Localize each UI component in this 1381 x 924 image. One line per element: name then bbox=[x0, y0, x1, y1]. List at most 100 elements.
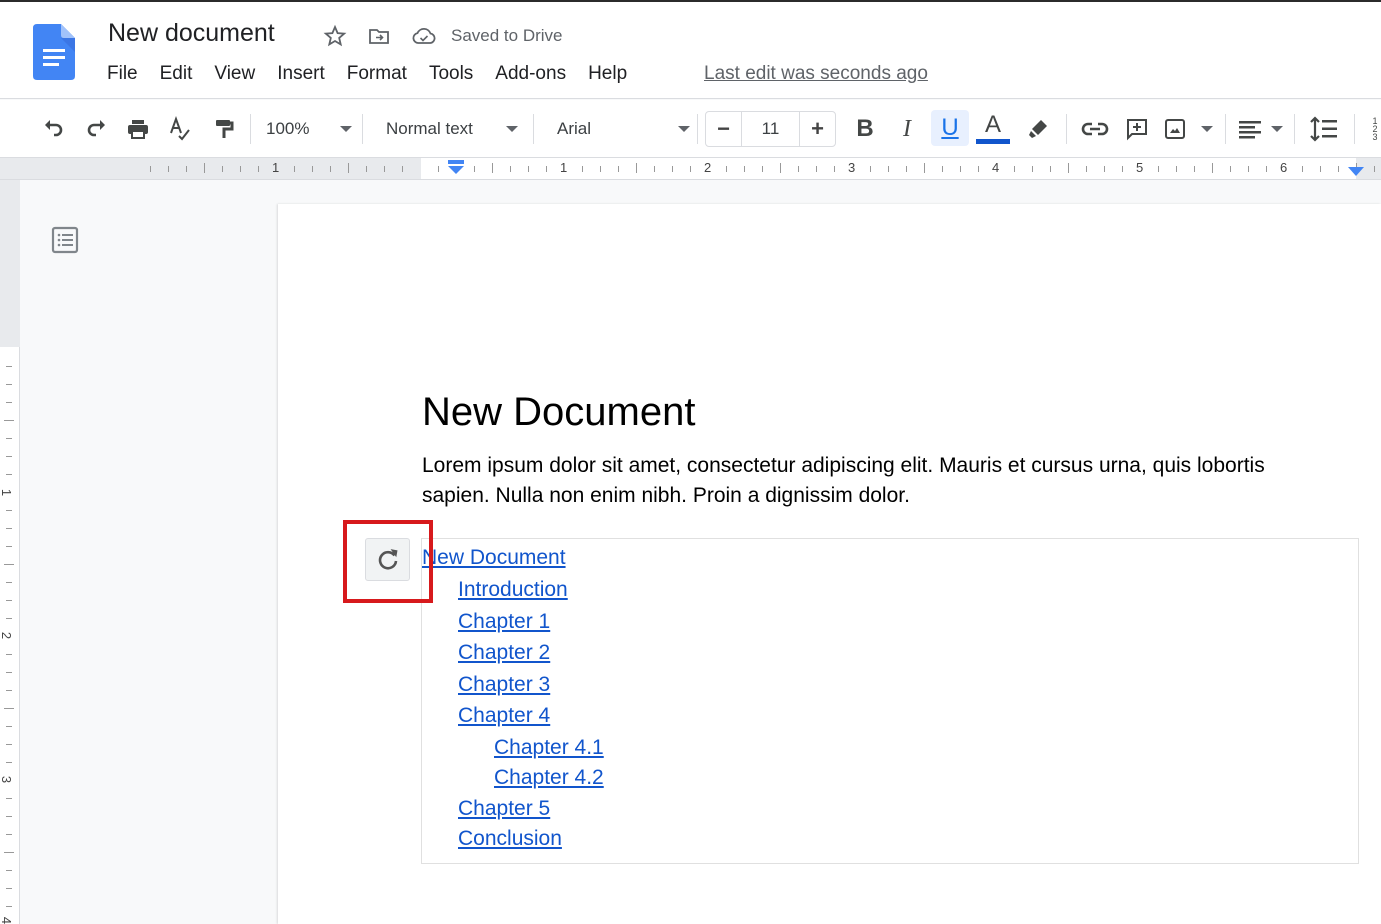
star-icon[interactable] bbox=[323, 24, 347, 48]
toc-link[interactable]: Chapter 4.1 bbox=[494, 736, 604, 760]
vruler-tick bbox=[6, 654, 12, 655]
chevron-down-icon bbox=[1201, 126, 1213, 132]
menu-format[interactable]: Format bbox=[347, 63, 407, 85]
vruler-number: 3 bbox=[0, 775, 15, 784]
ruler-number: 5 bbox=[1136, 160, 1144, 175]
menu-view[interactable]: View bbox=[214, 63, 255, 85]
first-line-indent-marker[interactable] bbox=[447, 160, 465, 176]
style-dropdown[interactable]: Normal text bbox=[386, 112, 518, 146]
toolbar-divider bbox=[1225, 114, 1226, 144]
ruler-tick bbox=[924, 163, 925, 173]
decrease-font-size-button[interactable]: − bbox=[706, 112, 741, 146]
add-comment-button[interactable] bbox=[1121, 112, 1153, 146]
menu-file[interactable]: File bbox=[107, 63, 138, 85]
document-outline-icon[interactable] bbox=[51, 226, 79, 254]
ruler-tick bbox=[258, 166, 259, 172]
vertical-ruler[interactable]: 1 2 3 4 bbox=[0, 180, 20, 924]
ruler-tick bbox=[204, 163, 205, 173]
ruler-tick bbox=[294, 166, 295, 172]
undo-button[interactable] bbox=[38, 112, 70, 146]
toc-link[interactable]: Chapter 2 bbox=[458, 641, 550, 665]
toolbar-divider bbox=[697, 114, 698, 144]
font-dropdown[interactable]: Arial bbox=[557, 112, 690, 146]
horizontal-ruler[interactable]: 1 1 2 3 4 5 6 bbox=[0, 157, 1381, 180]
text-color-letter: A bbox=[984, 111, 1001, 138]
italic-button[interactable]: I bbox=[890, 112, 924, 146]
increase-font-size-button[interactable]: + bbox=[800, 112, 835, 146]
text-color-button[interactable]: A bbox=[976, 112, 1010, 146]
line-spacing-button[interactable] bbox=[1307, 112, 1341, 146]
ruler-tick bbox=[1122, 166, 1123, 172]
vruler-number: 4 bbox=[0, 916, 15, 924]
toc-link[interactable]: Conclusion bbox=[458, 827, 562, 851]
ruler-tick bbox=[1068, 163, 1069, 173]
menu-tools[interactable]: Tools bbox=[429, 63, 473, 85]
zoom-dropdown[interactable]: 100% bbox=[266, 112, 352, 146]
font-size-control: − 11 + bbox=[705, 111, 836, 147]
ruler-tick bbox=[1032, 166, 1033, 172]
saved-status: Saved to Drive bbox=[451, 26, 563, 45]
ruler-tick bbox=[798, 166, 799, 172]
ruler-tick bbox=[1338, 166, 1339, 172]
table-of-contents: New Document Introduction Chapter 1 Chap… bbox=[421, 538, 1359, 864]
vruler-tick bbox=[6, 690, 12, 691]
insert-image-button[interactable] bbox=[1163, 112, 1213, 146]
toc-link[interactable]: Chapter 4.2 bbox=[494, 766, 604, 790]
highlight-button[interactable] bbox=[1022, 112, 1054, 146]
ruler-tick bbox=[438, 166, 439, 172]
ruler-tick bbox=[150, 166, 151, 172]
numbered-list-button[interactable]: 123 bbox=[1368, 112, 1381, 146]
annotation-highlight-box bbox=[343, 520, 433, 603]
menubar: File Edit View Insert Format Tools Add-o… bbox=[107, 63, 649, 85]
vruler-tick bbox=[6, 438, 12, 439]
cloud-done-icon[interactable] bbox=[411, 24, 437, 48]
ruler-tick bbox=[672, 166, 673, 172]
document-title[interactable]: New document bbox=[108, 19, 275, 48]
ruler-tick bbox=[942, 166, 943, 172]
vruler-tick bbox=[6, 528, 12, 529]
toc-link[interactable]: Chapter 1 bbox=[458, 610, 550, 634]
ruler-number: 1 bbox=[272, 160, 280, 175]
ruler-tick bbox=[1248, 166, 1249, 172]
google-docs-logo[interactable] bbox=[33, 24, 75, 80]
right-indent-marker[interactable] bbox=[1347, 166, 1365, 178]
toolbar: 100% Normal text Arial B I U A 123 bbox=[0, 100, 1381, 157]
ruler-tick bbox=[1374, 166, 1375, 172]
menu-help[interactable]: Help bbox=[588, 63, 627, 85]
ruler-tick bbox=[1158, 166, 1159, 172]
ruler-number: 4 bbox=[992, 160, 1000, 175]
spellcheck-button[interactable] bbox=[164, 112, 196, 146]
font-size-input[interactable]: 11 bbox=[741, 112, 800, 146]
insert-link-button[interactable] bbox=[1078, 112, 1112, 146]
toc-link[interactable]: Chapter 5 bbox=[458, 797, 550, 821]
align-dropdown[interactable] bbox=[1239, 112, 1283, 146]
menu-edit[interactable]: Edit bbox=[160, 63, 193, 85]
toc-link[interactable]: Chapter 3 bbox=[458, 673, 550, 697]
move-to-folder-icon[interactable] bbox=[367, 24, 391, 48]
toc-link[interactable]: New Document bbox=[422, 546, 566, 570]
ruler-tick bbox=[1266, 166, 1267, 172]
ruler-tick bbox=[1086, 166, 1087, 172]
vruler-tick bbox=[6, 366, 12, 367]
toc-link[interactable]: Introduction bbox=[458, 578, 568, 602]
ruler-tick bbox=[510, 166, 511, 172]
redo-button[interactable] bbox=[80, 112, 112, 146]
vruler-tick bbox=[6, 762, 12, 763]
vruler-tick bbox=[6, 510, 12, 511]
ruler-tick bbox=[1014, 166, 1015, 172]
align-left-icon bbox=[1239, 121, 1261, 139]
toc-link[interactable]: Chapter 4 bbox=[458, 704, 550, 728]
last-edit-link[interactable]: Last edit was seconds ago bbox=[704, 63, 928, 85]
paint-format-button[interactable] bbox=[207, 112, 239, 146]
document-heading[interactable]: New Document bbox=[422, 390, 695, 435]
menu-insert[interactable]: Insert bbox=[277, 63, 325, 85]
menu-addons[interactable]: Add-ons bbox=[495, 63, 566, 85]
document-page[interactable]: New Document Lorem ipsum dolor sit amet,… bbox=[278, 204, 1381, 924]
vruler-tick bbox=[4, 852, 14, 853]
bold-button[interactable]: B bbox=[848, 112, 882, 146]
ruler-tick bbox=[348, 163, 349, 173]
document-paragraph[interactable]: Lorem ipsum dolor sit amet, consectetur … bbox=[422, 451, 1322, 511]
underline-button[interactable]: U bbox=[931, 110, 969, 146]
ruler-tick bbox=[384, 166, 385, 172]
print-button[interactable] bbox=[122, 112, 154, 146]
